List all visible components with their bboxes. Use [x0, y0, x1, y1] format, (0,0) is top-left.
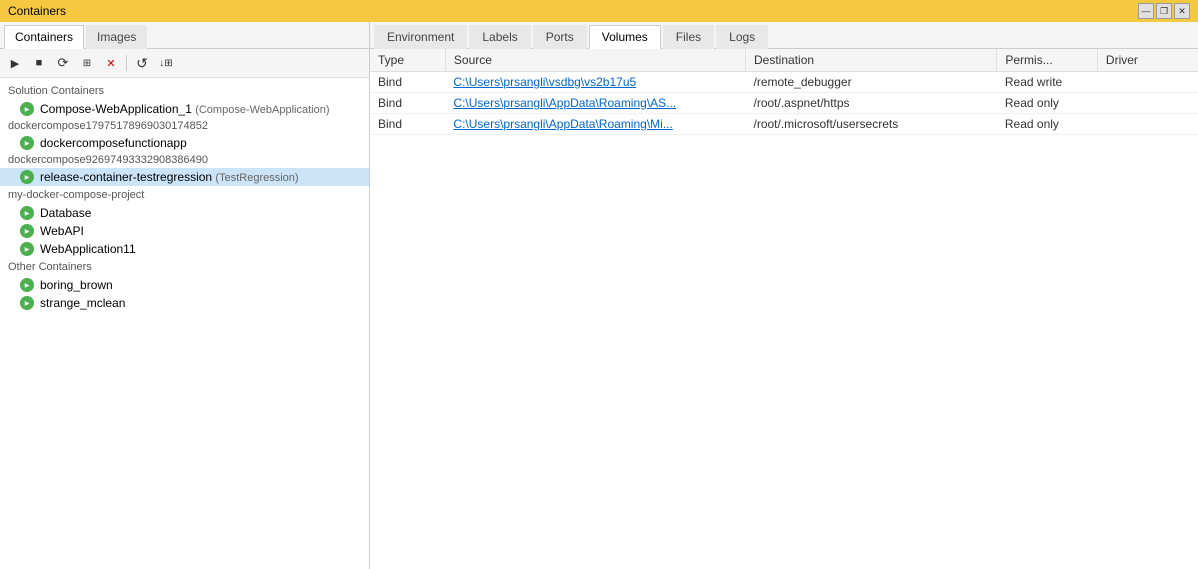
running-icon-5	[20, 224, 34, 238]
tab-environment[interactable]: Environment	[374, 25, 467, 49]
tree-item-label-4: Database	[40, 206, 91, 220]
table-container: Type Source Destination Permis... Driver…	[370, 49, 1198, 569]
tree-item-label-2: dockercomposefunctionapp	[40, 136, 187, 150]
tab-volumes[interactable]: Volumes	[589, 25, 661, 49]
group-label-other-containers: Other Containers	[0, 258, 369, 276]
docker-button[interactable]: ⊞	[76, 52, 98, 74]
running-icon-8	[20, 296, 34, 310]
left-tab-bar: Containers Images	[0, 22, 369, 49]
tree-item-label-5: WebAPI	[40, 224, 84, 238]
table-header: Type Source Destination Permis... Driver	[370, 49, 1198, 72]
minimize-button[interactable]: —	[1138, 3, 1154, 19]
col-header-destination[interactable]: Destination	[746, 49, 997, 72]
volumes-table: Type Source Destination Permis... Driver…	[370, 49, 1198, 135]
col-header-source[interactable]: Source	[445, 49, 745, 72]
compose-id-1: dockercompose17975178969030174852	[0, 118, 369, 134]
tree-item-compose-webapplication-1[interactable]: Compose-WebApplication_1 (Compose-WebApp…	[0, 100, 369, 118]
tree-item-strange-mclean[interactable]: strange_mclean	[0, 294, 369, 312]
tab-containers[interactable]: Containers	[4, 25, 84, 49]
group-label-my-docker: my-docker-compose-project	[0, 186, 369, 204]
cell-permissions-2: Read only	[997, 93, 1098, 114]
cell-type: Bind	[370, 72, 445, 93]
col-header-type[interactable]: Type	[370, 49, 445, 72]
source-link-3[interactable]: C:\Users\prsangli\AppData\Roaming\Mi...	[453, 117, 672, 131]
tab-ports[interactable]: Ports	[533, 25, 587, 49]
cell-type-3: Bind	[370, 114, 445, 135]
col-header-permissions[interactable]: Permis...	[997, 49, 1098, 72]
title-bar: Containers — ❐ ✕	[0, 0, 1198, 22]
running-icon-3	[20, 170, 34, 184]
cell-destination: /remote_debugger	[746, 72, 997, 93]
tree-item-webapi[interactable]: WebAPI	[0, 222, 369, 240]
tree-item-label-6: WebApplication11	[40, 242, 136, 256]
group-label-solution-containers: Solution Containers	[0, 82, 369, 100]
source-link-1[interactable]: C:\Users\prsangli\vsdbg\vs2b17u5	[453, 75, 636, 89]
window-controls: — ❐ ✕	[1138, 3, 1190, 19]
cell-driver-3	[1097, 114, 1198, 135]
cell-driver	[1097, 72, 1198, 93]
cell-source[interactable]: C:\Users\prsangli\vsdbg\vs2b17u5	[445, 72, 745, 93]
tree-item-label: Compose-WebApplication_1 (Compose-WebApp…	[40, 102, 330, 116]
tree-item-webapplication11[interactable]: WebApplication11	[0, 240, 369, 258]
tab-logs[interactable]: Logs	[716, 25, 768, 49]
compose-id-2: dockercompose92697493332908386490	[0, 152, 369, 168]
col-header-driver[interactable]: Driver	[1097, 49, 1198, 72]
table-body: Bind C:\Users\prsangli\vsdbg\vs2b17u5 /r…	[370, 72, 1198, 135]
running-icon	[20, 102, 34, 116]
right-tab-bar: Environment Labels Ports Volumes Files L…	[370, 22, 1198, 49]
play-button[interactable]: ▶	[4, 52, 26, 74]
cell-permissions-3: Read only	[997, 114, 1098, 135]
stop-button[interactable]: ■	[28, 52, 50, 74]
tree-content: Solution Containers Compose-WebApplicati…	[0, 78, 369, 569]
table-row: Bind C:\Users\prsangli\AppData\Roaming\M…	[370, 114, 1198, 135]
right-panel: Environment Labels Ports Volumes Files L…	[370, 22, 1198, 569]
running-icon-6	[20, 242, 34, 256]
toolbar: ▶ ■ ⟳ ⊞ ✕ ↺ ↓⊞	[0, 49, 369, 78]
pull-button[interactable]: ↓⊞	[155, 52, 177, 74]
tab-files[interactable]: Files	[663, 25, 714, 49]
running-icon-2	[20, 136, 34, 150]
restore-button[interactable]: ❐	[1156, 3, 1172, 19]
table-row: Bind C:\Users\prsangli\AppData\Roaming\A…	[370, 93, 1198, 114]
tree-item-database[interactable]: Database	[0, 204, 369, 222]
cell-source-3[interactable]: C:\Users\prsangli\AppData\Roaming\Mi...	[445, 114, 745, 135]
refresh-button[interactable]: ↺	[131, 52, 153, 74]
tree-item-dockercomposefunctionapp[interactable]: dockercomposefunctionapp	[0, 134, 369, 152]
tree-item-release-container[interactable]: release-container-testregression (TestRe…	[0, 168, 369, 186]
tree-item-label-7: boring_brown	[40, 278, 113, 292]
cell-source-2[interactable]: C:\Users\prsangli\AppData\Roaming\AS...	[445, 93, 745, 114]
window-title: Containers	[8, 4, 66, 18]
main-container: Containers Images ▶ ■ ⟳ ⊞ ✕ ↺ ↓⊞ Solutio…	[0, 22, 1198, 569]
close-button[interactable]: ✕	[1174, 3, 1190, 19]
delete-button[interactable]: ✕	[100, 52, 122, 74]
cell-destination-3: /root/.microsoft/usersecrets	[746, 114, 997, 135]
tree-item-label-8: strange_mclean	[40, 296, 125, 310]
running-icon-7	[20, 278, 34, 292]
tab-labels[interactable]: Labels	[469, 25, 530, 49]
tree-item-label-3: release-container-testregression (TestRe…	[40, 170, 299, 184]
tab-images[interactable]: Images	[86, 25, 147, 49]
toolbar-separator	[126, 55, 127, 71]
tree-item-boring-brown[interactable]: boring_brown	[0, 276, 369, 294]
left-panel: Containers Images ▶ ■ ⟳ ⊞ ✕ ↺ ↓⊞ Solutio…	[0, 22, 370, 569]
restart-button[interactable]: ⟳	[52, 52, 74, 74]
running-icon-4	[20, 206, 34, 220]
cell-destination-2: /root/.aspnet/https	[746, 93, 997, 114]
table-row: Bind C:\Users\prsangli\vsdbg\vs2b17u5 /r…	[370, 72, 1198, 93]
cell-type-2: Bind	[370, 93, 445, 114]
cell-permissions: Read write	[997, 72, 1098, 93]
cell-driver-2	[1097, 93, 1198, 114]
source-link-2[interactable]: C:\Users\prsangli\AppData\Roaming\AS...	[453, 96, 676, 110]
